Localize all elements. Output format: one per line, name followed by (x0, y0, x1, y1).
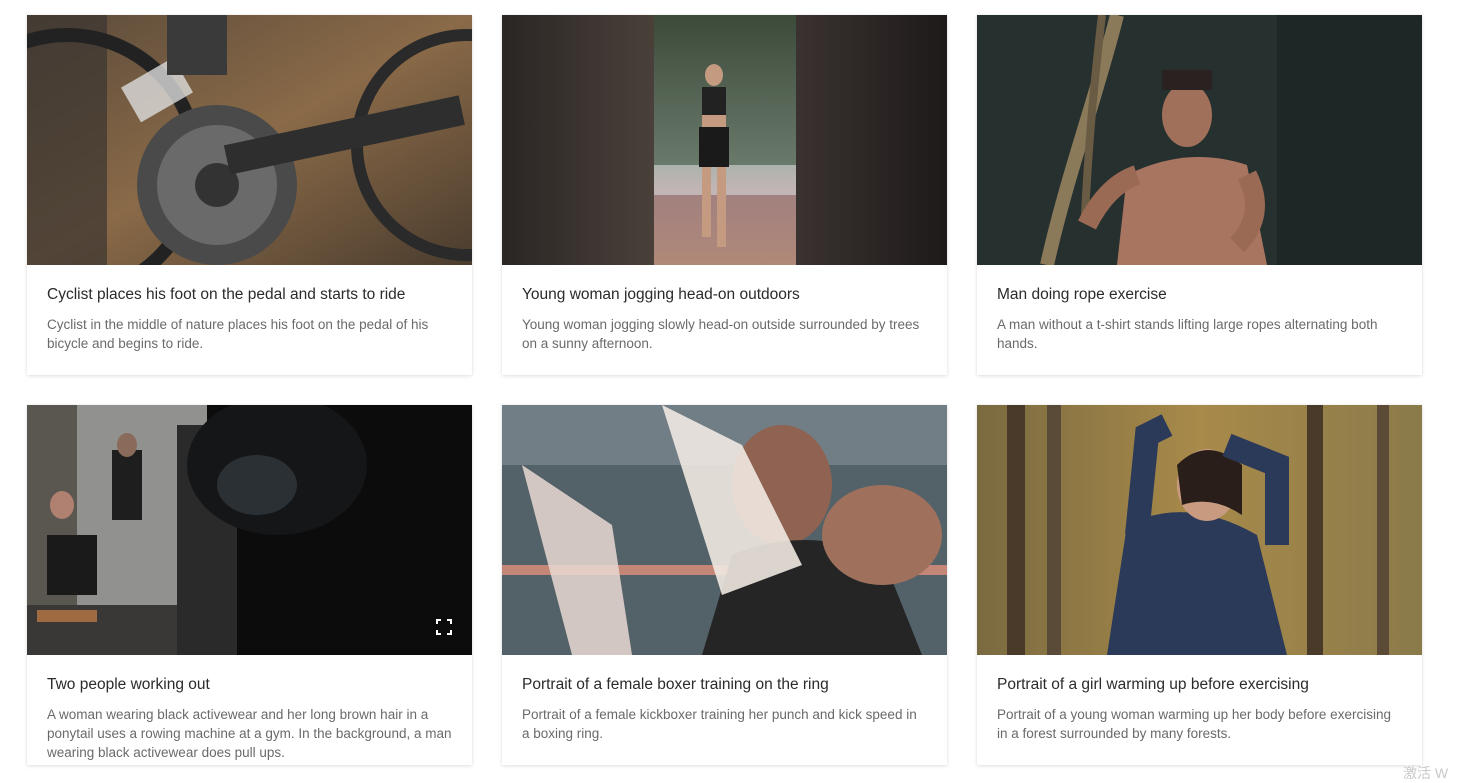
video-thumbnail[interactable] (977, 15, 1422, 265)
video-thumbnail[interactable] (977, 405, 1422, 655)
activation-watermark: 激活 W (1403, 765, 1449, 781)
video-description: Portrait of a young woman warming up her… (997, 707, 1391, 741)
video-thumbnail[interactable] (502, 15, 947, 265)
video-grid: Cyclist places his foot on the pedal and… (27, 15, 1422, 765)
video-description: A woman wearing black activewear and her… (47, 707, 452, 760)
video-description: Cyclist in the middle of nature places h… (47, 317, 429, 351)
video-card[interactable]: Portrait of a girl warming up before exe… (977, 405, 1422, 765)
fullscreen-icon[interactable] (436, 619, 452, 635)
video-title[interactable]: Young woman jogging head-on outdoors (522, 285, 927, 305)
video-card[interactable]: Portrait of a female boxer training on t… (502, 405, 947, 765)
video-title[interactable]: Two people working out (47, 675, 452, 695)
video-description: A man without a t-shirt stands lifting l… (997, 317, 1378, 351)
video-title[interactable]: Portrait of a female boxer training on t… (522, 675, 927, 695)
video-card[interactable]: Young woman jogging head-on outdoors You… (502, 15, 947, 375)
video-description: Young woman jogging slowly head-on outsi… (522, 317, 920, 351)
video-title[interactable]: Man doing rope exercise (997, 285, 1402, 305)
video-thumbnail[interactable] (27, 15, 472, 265)
video-card[interactable]: Two people working out A woman wearing b… (27, 405, 472, 765)
video-thumbnail[interactable] (27, 405, 472, 655)
video-description: Portrait of a female kickboxer training … (522, 707, 917, 741)
video-card[interactable]: Man doing rope exercise A man without a … (977, 15, 1422, 375)
video-title[interactable]: Portrait of a girl warming up before exe… (997, 675, 1402, 695)
video-card[interactable]: Cyclist places his foot on the pedal and… (27, 15, 472, 375)
video-thumbnail[interactable] (502, 405, 947, 655)
video-title[interactable]: Cyclist places his foot on the pedal and… (47, 285, 452, 305)
